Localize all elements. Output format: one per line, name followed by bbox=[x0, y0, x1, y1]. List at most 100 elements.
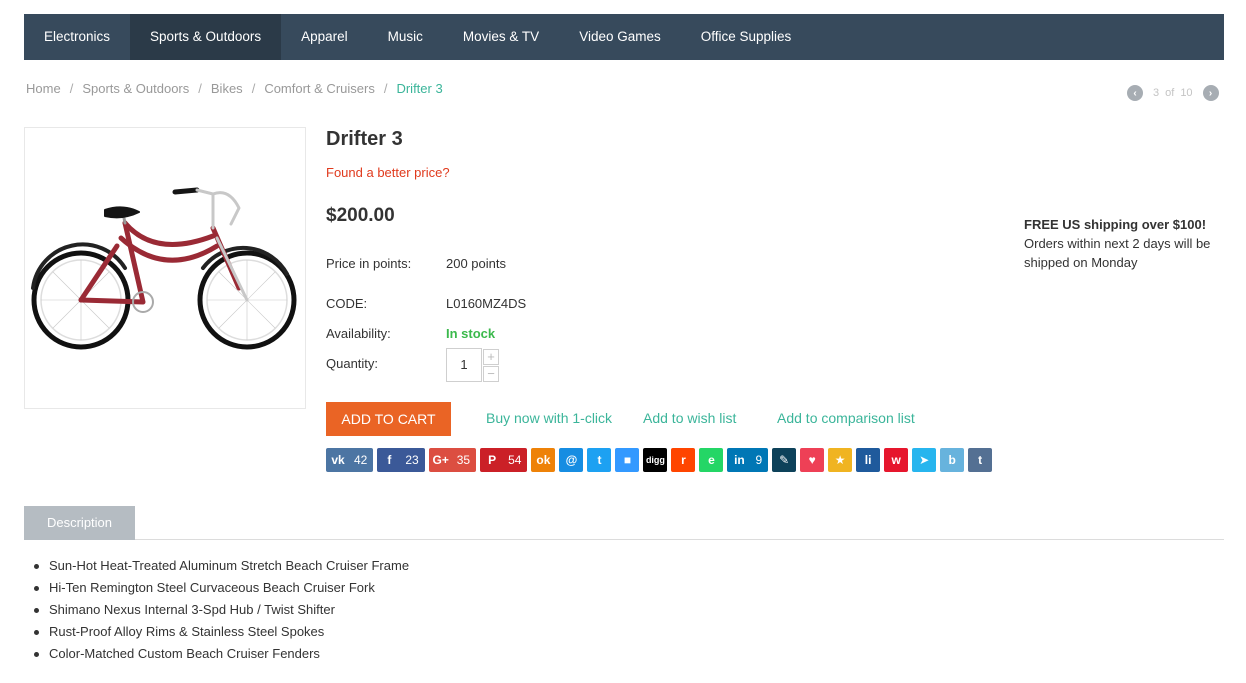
add-to-cart-button[interactable]: ADD TO CART bbox=[326, 402, 451, 436]
delicious-icon: ■ bbox=[623, 453, 632, 467]
vk-icon: vk bbox=[331, 453, 345, 467]
share-livejournal-button[interactable]: ✎ bbox=[772, 448, 797, 472]
breadcrumb-home[interactable]: Home bbox=[26, 81, 61, 96]
category-nav: Electronics Sports & Outdoors Apparel Mu… bbox=[24, 14, 1224, 60]
quantity-decrease-button[interactable]: − bbox=[483, 366, 499, 382]
evernote-icon: e bbox=[708, 453, 715, 467]
share-twitter-button[interactable]: t bbox=[587, 448, 612, 472]
description-item: Color-Matched Custom Beach Cruiser Fende… bbox=[33, 645, 409, 667]
tumblr-icon: t bbox=[978, 453, 983, 467]
nav-item-apparel[interactable]: Apparel bbox=[281, 14, 368, 60]
description-item: Shimano Nexus Internal 3-Spd Hub / Twist… bbox=[33, 601, 409, 623]
moimir-icon: @ bbox=[565, 453, 578, 467]
share-moimir-button[interactable]: @ bbox=[559, 448, 584, 472]
share-odnoklassniki-button[interactable]: ok bbox=[531, 448, 556, 472]
share-digg-button[interactable]: digg bbox=[643, 448, 668, 472]
points-row: Price in points: 200 points bbox=[326, 256, 506, 271]
nav-item-electronics[interactable]: Electronics bbox=[24, 14, 130, 60]
pager-total: 10 bbox=[1180, 87, 1193, 99]
google-plus-icon: G+ bbox=[432, 453, 449, 467]
breadcrumb-separator: / bbox=[198, 81, 202, 96]
breadcrumb-separator: / bbox=[69, 81, 74, 96]
better-price-link[interactable]: Found a better price? bbox=[326, 165, 450, 180]
breadcrumb-comfort-cruisers[interactable]: Comfort & Cruisers bbox=[264, 81, 375, 96]
points-label: Price in points: bbox=[326, 256, 412, 271]
availability-label: Availability: bbox=[326, 326, 391, 341]
share-liveinternet-button[interactable]: li bbox=[856, 448, 881, 472]
buy-now-link[interactable]: Buy now with 1-click bbox=[486, 410, 612, 426]
share-tumblr-button[interactable]: t bbox=[968, 448, 993, 472]
availability-value: In stock bbox=[446, 326, 496, 341]
blogger-icon: b bbox=[948, 453, 956, 467]
breadcrumb-separator: / bbox=[383, 81, 388, 96]
share-count: 9 bbox=[755, 453, 763, 467]
linkedin-icon: in bbox=[734, 453, 745, 467]
breadcrumb-bikes[interactable]: Bikes bbox=[211, 81, 243, 96]
share-evernote-button[interactable]: e bbox=[699, 448, 724, 472]
liveinternet-icon: li bbox=[864, 453, 872, 467]
share-pocket-button[interactable]: ♥ bbox=[800, 448, 825, 472]
share-count: 42 bbox=[354, 453, 368, 467]
share-surfingbird-button[interactable]: ★ bbox=[828, 448, 853, 472]
share-count: 54 bbox=[508, 453, 522, 467]
description-item: Sun-Hot Heat-Treated Aluminum Stretch Be… bbox=[33, 557, 409, 579]
breadcrumb-sports-outdoors[interactable]: Sports & Outdoors bbox=[82, 81, 189, 96]
share-linkedin-button[interactable]: in 9 bbox=[727, 448, 769, 472]
reddit-icon: r bbox=[681, 453, 686, 467]
tab-bar: Description bbox=[24, 506, 1224, 540]
breadcrumb: Home / Sports & Outdoors / Bikes / Comfo… bbox=[26, 81, 443, 96]
description-item: Rust-Proof Alloy Rims & Stainless Steel … bbox=[33, 623, 409, 645]
nav-item-music[interactable]: Music bbox=[368, 14, 443, 60]
pager-current: 3 bbox=[1153, 87, 1160, 99]
share-delicious-button[interactable]: ■ bbox=[615, 448, 640, 472]
shipping-text: Orders within next 2 days will be shippe… bbox=[1024, 236, 1211, 270]
share-bookmark-button[interactable]: ➤ bbox=[912, 448, 937, 472]
surfingbird-icon: ★ bbox=[834, 453, 846, 467]
tab-description[interactable]: Description bbox=[24, 506, 135, 540]
share-google-plus-button[interactable]: G+ 35 bbox=[428, 448, 477, 472]
pocket-icon: ♥ bbox=[808, 453, 816, 467]
share-count: 35 bbox=[456, 453, 471, 467]
pinterest-icon: P bbox=[488, 453, 497, 467]
nav-item-office-supplies[interactable]: Office Supplies bbox=[681, 14, 812, 60]
description-list: Sun-Hot Heat-Treated Aluminum Stretch Be… bbox=[33, 557, 409, 667]
nav-item-movies-tv[interactable]: Movies & TV bbox=[443, 14, 559, 60]
weibo-icon: w bbox=[891, 453, 901, 467]
share-reddit-button[interactable]: r bbox=[671, 448, 696, 472]
quantity-row: Quantity: bbox=[326, 356, 378, 371]
share-weibo-button[interactable]: w bbox=[884, 448, 909, 472]
add-to-comparison-link[interactable]: Add to comparison list bbox=[777, 410, 915, 426]
code-value: L0160MZ4DS bbox=[446, 296, 527, 311]
code-label: CODE: bbox=[326, 296, 368, 311]
livejournal-icon: ✎ bbox=[779, 453, 790, 467]
bookmark-icon: ➤ bbox=[919, 453, 930, 467]
odnoklassniki-icon: ok bbox=[536, 453, 551, 467]
pager-of: of bbox=[1165, 87, 1175, 99]
share-vk-button[interactable]: vk 42 bbox=[326, 448, 374, 472]
description-item: Hi-Ten Remington Steel Curvaceous Beach … bbox=[33, 579, 409, 601]
share-facebook-button[interactable]: f 23 bbox=[377, 448, 425, 472]
chevron-right-icon[interactable]: › bbox=[1202, 85, 1219, 101]
share-count: 23 bbox=[405, 453, 419, 467]
product-image[interactable] bbox=[24, 127, 306, 409]
product-title: Drifter 3 bbox=[326, 128, 403, 150]
nav-item-sports-outdoors[interactable]: Sports & Outdoors bbox=[130, 14, 282, 60]
facebook-icon: f bbox=[387, 453, 392, 467]
breadcrumb-current: Drifter 3 bbox=[396, 81, 443, 96]
quantity-increase-button[interactable]: + bbox=[483, 349, 499, 365]
add-to-wishlist-link[interactable]: Add to wish list bbox=[643, 410, 736, 426]
nav-item-video-games[interactable]: Video Games bbox=[559, 14, 681, 60]
code-row: CODE: L0160MZ4DS bbox=[326, 296, 526, 311]
share-buttons: vk 42 f 23 G+ 35 P 54 ok @ t ■ digg r e in 9 ✎ ♥ ★ li w ➤ b t bbox=[326, 448, 996, 472]
points-value: 200 points bbox=[446, 256, 506, 271]
share-pinterest-button[interactable]: P 54 bbox=[480, 448, 528, 472]
quantity-input[interactable]: 1 bbox=[446, 348, 482, 382]
quantity-label: Quantity: bbox=[326, 356, 379, 371]
shipping-headline: FREE US shipping over $100! bbox=[1024, 217, 1207, 232]
product-price: $200.00 bbox=[326, 205, 395, 226]
chevron-left-icon[interactable]: ‹ bbox=[1127, 85, 1143, 101]
shipping-info: FREE US shipping over $100! Orders withi… bbox=[1024, 215, 1234, 272]
share-blogger-button[interactable]: b bbox=[940, 448, 965, 472]
bicycle-image bbox=[31, 187, 297, 350]
twitter-icon: t bbox=[597, 453, 602, 467]
